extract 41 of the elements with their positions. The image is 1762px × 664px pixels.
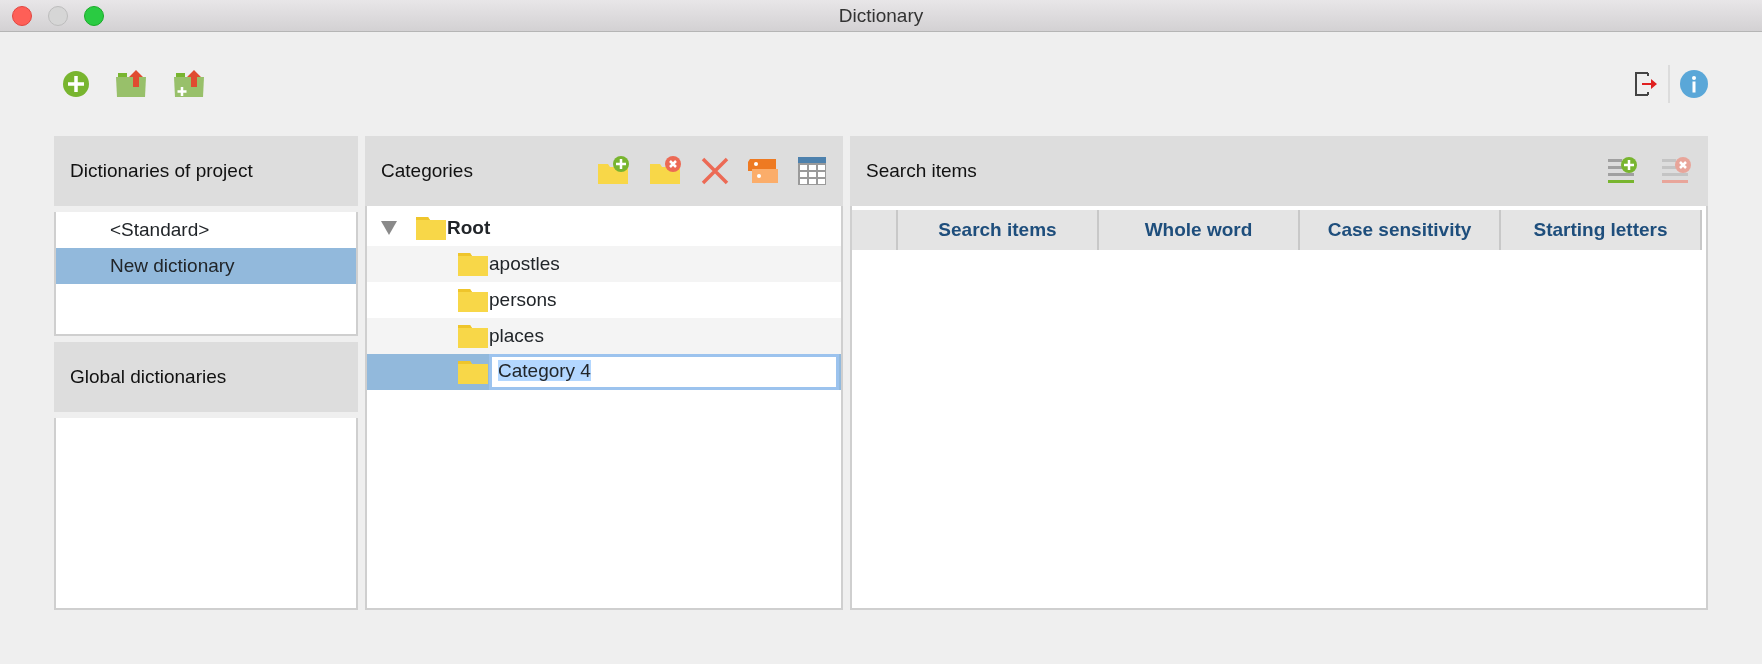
remove-folder-icon[interactable] — [649, 156, 683, 186]
column-header[interactable]: Case sensitivity — [1300, 210, 1501, 250]
column-header[interactable]: Starting letters — [1501, 210, 1702, 250]
category-label: Root — [447, 216, 491, 240]
add-icon[interactable] — [62, 70, 90, 98]
folder-icon — [457, 323, 489, 349]
category-label: apostles — [489, 252, 560, 276]
info-icon[interactable] — [1680, 70, 1708, 98]
tree-row[interactable]: apostles — [367, 246, 841, 282]
category-label: places — [489, 324, 544, 348]
tree-row[interactable]: Root — [367, 210, 841, 246]
folder-upload-icon[interactable] — [114, 70, 148, 98]
delete-icon[interactable] — [701, 157, 729, 185]
panel-title: Dictionaries of project — [70, 158, 253, 183]
close-button[interactable] — [12, 6, 32, 26]
column-header[interactable]: Search items — [898, 210, 1099, 250]
zoom-button[interactable] — [84, 6, 104, 26]
category-label: persons — [489, 288, 557, 312]
folder-icon — [457, 287, 489, 313]
folder-icon — [457, 359, 489, 385]
tree-row[interactable]: Category 4 — [367, 354, 841, 390]
minimize-button[interactable] — [48, 6, 68, 26]
window-title: Dictionary — [838, 3, 924, 28]
tree-row[interactable]: places — [367, 318, 841, 354]
dictionary-item[interactable]: <Standard> — [56, 212, 356, 248]
table-icon[interactable] — [797, 156, 827, 186]
disclosure-triangle-icon[interactable] — [381, 221, 397, 235]
column-header[interactable]: Whole word — [1099, 210, 1300, 250]
dictionary-item[interactable]: New dictionary — [56, 248, 356, 284]
panel-title: Global dictionaries — [70, 364, 227, 389]
add-list-icon[interactable] — [1608, 157, 1638, 185]
rename-field[interactable]: Category 4 — [489, 354, 839, 390]
folder-icon — [457, 251, 489, 277]
add-folder-icon[interactable] — [597, 156, 631, 186]
folder-icon — [415, 215, 447, 241]
tags-icon[interactable] — [747, 157, 779, 185]
panel-title: Search items — [866, 158, 977, 183]
exit-icon[interactable] — [1634, 71, 1658, 97]
panel-title: Categories — [381, 158, 473, 183]
folder-upload-plus-icon[interactable] — [172, 70, 206, 98]
tree-row[interactable]: persons — [367, 282, 841, 318]
